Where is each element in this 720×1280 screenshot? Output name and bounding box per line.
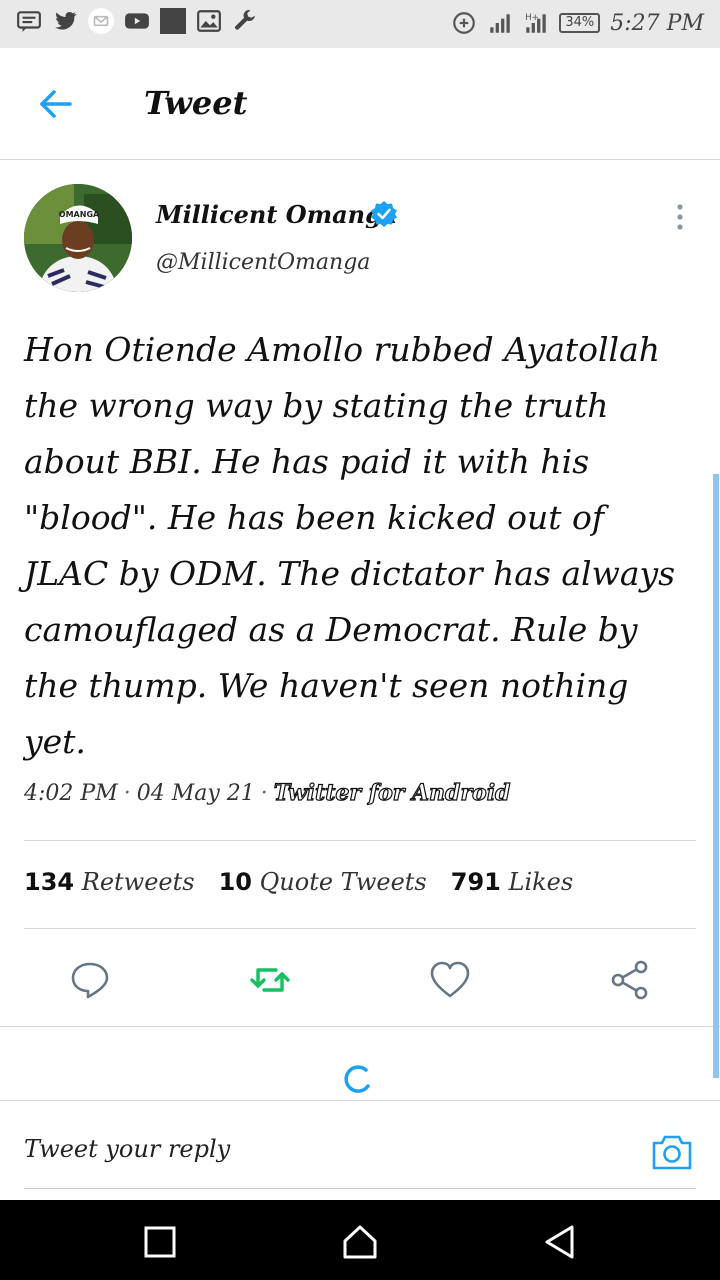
back-triangle-icon[interactable] <box>540 1222 580 1262</box>
retweet-icon[interactable] <box>248 958 292 1002</box>
avatar[interactable]: OMANGA <box>24 184 132 292</box>
status-bar: H+ 34% 5:27 PM <box>0 0 720 48</box>
message-icon <box>17 11 41 32</box>
meta-separator: · <box>260 781 268 806</box>
reply-bubble-icon[interactable] <box>68 958 112 1002</box>
divider <box>0 1026 720 1027</box>
status-clock: 5:27 PM <box>610 10 704 36</box>
quotes-label: Quote Tweets <box>259 868 427 896</box>
reply-input[interactable]: Tweet your reply <box>24 1135 230 1163</box>
retweets-label: Retweets <box>81 868 195 896</box>
signal-icon <box>490 14 511 33</box>
twitter-bird-icon <box>55 12 77 30</box>
author-name[interactable]: Millicent Omanga <box>156 200 397 229</box>
tweet-stats: 134 Retweets 10 Quote Tweets 791 Likes <box>24 868 573 896</box>
reply-underline <box>24 1188 696 1189</box>
heart-icon[interactable] <box>428 958 472 1002</box>
youtube-icon <box>125 13 149 29</box>
tweet-author: OMANGA Millicent Omanga @MillicentOmanga <box>24 184 696 292</box>
image-icon <box>197 10 221 32</box>
data-saver-icon <box>453 12 476 34</box>
system-nav-bar <box>0 1200 720 1280</box>
arrow-left-icon[interactable] <box>36 84 76 124</box>
tweet-source[interactable]: Twitter for Android <box>273 779 511 806</box>
avatar-image: OMANGA <box>24 184 132 292</box>
notification-icons <box>16 8 258 34</box>
tweet-date: 04 May 21 <box>136 781 255 806</box>
app-header: Tweet <box>0 48 720 160</box>
quotes-stat[interactable]: 10 Quote Tweets <box>219 868 427 896</box>
scroll-indicator[interactable] <box>713 474 719 1078</box>
divider <box>24 928 696 929</box>
tweet-meta: 4:02 PM · 04 May 21 · Twitter for Android <box>24 779 511 806</box>
wrench-icon <box>235 9 255 30</box>
system-status: H+ 34% 5:27 PM <box>451 8 704 38</box>
svg-text:H+: H+ <box>526 13 540 23</box>
meta-separator: · <box>123 781 131 806</box>
retweets-count: 134 <box>24 868 75 896</box>
tweet-text: Hon Otiende Amollo rubbed Ayatollah the … <box>24 330 676 761</box>
more-vertical-icon[interactable] <box>670 202 690 232</box>
likes-label: Likes <box>508 868 574 896</box>
reply-composer: Tweet your reply <box>0 1100 720 1190</box>
avatar-cap-text: OMANGA <box>59 210 100 219</box>
recents-square-icon[interactable] <box>140 1222 180 1262</box>
signal-h-plus-icon: H+ <box>526 13 547 33</box>
likes-count: 791 <box>450 868 501 896</box>
home-icon[interactable] <box>340 1222 380 1262</box>
author-handle[interactable]: @MillicentOmanga <box>156 250 370 275</box>
app-thumbnail-icon <box>160 8 186 34</box>
retweets-stat[interactable]: 134 Retweets <box>24 868 195 896</box>
tweet-actions <box>0 946 720 1026</box>
email-icon <box>88 8 114 34</box>
verified-badge-icon <box>371 201 397 227</box>
quotes-count: 10 <box>218 868 252 896</box>
divider <box>24 840 696 841</box>
loading-spinner-icon <box>344 1065 370 1093</box>
tweet-time: 4:02 PM <box>24 781 118 806</box>
camera-icon[interactable] <box>650 1131 694 1173</box>
likes-stat[interactable]: 791 Likes <box>451 868 573 896</box>
share-icon[interactable] <box>608 958 652 1002</box>
page-title: Tweet <box>144 84 248 122</box>
battery-indicator: 34% <box>559 13 601 33</box>
